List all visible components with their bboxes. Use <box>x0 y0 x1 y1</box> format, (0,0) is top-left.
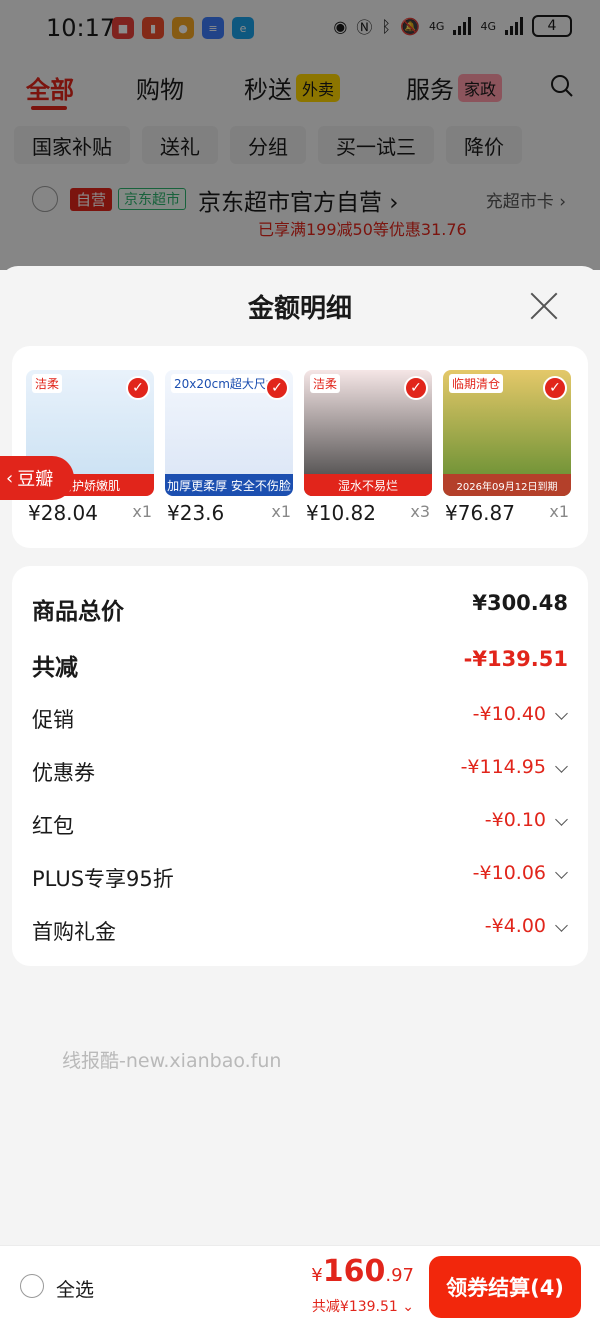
discount-value: -¥10.40 <box>472 703 546 725</box>
watermark-text: 线报酷-new.xianbao.fun <box>62 1050 282 1072</box>
product-image: 洁柔 湿水不易烂 ✓ <box>304 370 432 496</box>
total-price-label: 商品总价 <box>32 599 124 625</box>
product-item[interactable]: 洁柔 湿水不易烂 ✓ ¥10.82 x3 <box>304 370 432 525</box>
product-price: ¥10.82 <box>306 501 376 525</box>
total-discount-summary[interactable]: 共减¥139.51 ⌄ <box>312 1296 414 1316</box>
floating-side-tag[interactable]: ‹ 豆瓣 <box>0 456 74 500</box>
discount-row-promotion[interactable]: 促销 -¥10.40 <box>32 698 568 738</box>
total-discount-row: 共减 -¥139.51 <box>32 642 568 682</box>
product-image: 20x20cm超大尺寸 加厚更柔厚 安全不伤脸 ✓ <box>165 370 293 496</box>
check-icon[interactable]: ✓ <box>265 376 289 400</box>
checkout-bar: 全选 ¥160.97 共减¥139.51 ⌄ 领券结算(4) <box>0 1245 600 1327</box>
chevron-down-icon[interactable] <box>555 760 568 773</box>
product-price: ¥28.04 <box>28 501 98 525</box>
total-price-row: 商品总价 ¥300.48 <box>32 586 568 626</box>
total-price-integer: 160 <box>322 1254 386 1289</box>
chevron-down-icon[interactable] <box>555 707 568 720</box>
select-all-label[interactable]: 全选 <box>56 1275 94 1302</box>
discount-value: -¥4.00 <box>484 915 546 937</box>
close-icon[interactable] <box>528 290 560 322</box>
product-image-label: 洁柔 <box>310 374 341 393</box>
side-tag-label: 豆瓣 <box>17 469 54 490</box>
chevron-down-icon[interactable] <box>555 813 568 826</box>
total-discount-summary-text: 共减¥139.51 <box>311 1299 398 1315</box>
discount-row-plus[interactable]: PLUS专享95折 -¥10.06 <box>32 857 568 897</box>
chevron-down-icon[interactable] <box>555 866 568 879</box>
price-detail-card: 商品总价 ¥300.48 共减 -¥139.51 促销 -¥10.40 优惠券 … <box>12 566 588 966</box>
total-price: ¥160.97 <box>311 1254 414 1289</box>
total-discount-label: 共减 <box>32 655 78 681</box>
product-image: 临期清仓 2026年09月12日到期 ✓ <box>443 370 571 496</box>
chevron-down-icon[interactable] <box>555 919 568 932</box>
product-image-label: 洁柔 <box>32 374 63 393</box>
checkout-button[interactable]: 领券结算(4) <box>429 1256 581 1318</box>
discount-label: 优惠券 <box>32 761 95 785</box>
check-icon[interactable]: ✓ <box>543 376 567 400</box>
total-price-decimal: .97 <box>385 1265 414 1286</box>
sheet-title: 金额明细 <box>247 294 352 324</box>
product-image-band: 加厚更柔厚 安全不伤脸 <box>165 474 293 496</box>
product-item[interactable]: 20x20cm超大尺寸 加厚更柔厚 安全不伤脸 ✓ ¥23.6 x1 <box>165 370 293 525</box>
product-image-band: 湿水不易烂 <box>304 474 432 496</box>
discount-row-red-packet[interactable]: 红包 -¥0.10 <box>32 804 568 844</box>
product-price: ¥76.87 <box>445 501 515 525</box>
discount-label: 首购礼金 <box>32 920 116 944</box>
product-quantity: x1 <box>132 502 152 521</box>
product-quantity: x1 <box>271 502 291 521</box>
total-price-value: ¥300.48 <box>472 591 568 615</box>
product-quantity: x3 <box>410 502 430 521</box>
discount-row-first-purchase[interactable]: 首购礼金 -¥4.00 <box>32 910 568 950</box>
discount-label: PLUS专享95折 <box>32 867 174 891</box>
product-price: ¥23.6 <box>167 501 225 525</box>
select-all-radio[interactable] <box>20 1274 44 1298</box>
modal-overlay[interactable] <box>0 0 600 270</box>
price-detail-sheet: 金额明细 洁柔 呵护娇嫩肌 ✓ ¥28.04 x1 20x20cm超大尺寸 加厚… <box>0 266 600 1327</box>
product-item[interactable]: 临期清仓 2026年09月12日到期 ✓ ¥76.87 x1 <box>443 370 571 525</box>
discount-value: -¥114.95 <box>460 756 546 778</box>
chevron-left-icon: ‹ <box>6 467 14 489</box>
check-icon[interactable]: ✓ <box>126 376 150 400</box>
discount-value: -¥0.10 <box>484 809 546 831</box>
discount-label: 促销 <box>32 708 74 732</box>
check-icon[interactable]: ✓ <box>404 376 428 400</box>
product-quantity: x1 <box>549 502 569 521</box>
product-image-label: 临期清仓 <box>449 374 504 393</box>
discount-value: -¥10.06 <box>472 862 546 884</box>
products-card: 洁柔 呵护娇嫩肌 ✓ ¥28.04 x1 20x20cm超大尺寸 加厚更柔厚 安… <box>12 346 588 548</box>
discount-row-coupon[interactable]: 优惠券 -¥114.95 <box>32 751 568 791</box>
discount-label: 红包 <box>32 814 74 838</box>
product-image-band: 2026年09月12日到期 <box>443 474 571 496</box>
currency-symbol: ¥ <box>311 1265 323 1286</box>
total-discount-value: -¥139.51 <box>463 647 568 671</box>
